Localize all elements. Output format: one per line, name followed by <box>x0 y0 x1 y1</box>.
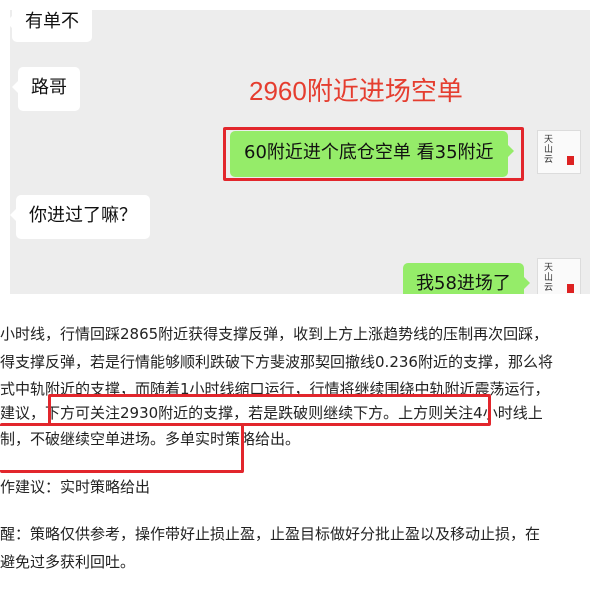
highlight-box <box>48 394 491 426</box>
message-text: 有单不 <box>25 11 79 32</box>
article-line: 醒：策略仅供参考，操作带好止损止盈，止盈目标做好分批止盈以及移动止损，在 <box>0 525 541 543</box>
article-line: 得支撑反弹，若是行情能够顺利跌破下方斐波那契回撤线0.236附近的支撑，那么将 <box>0 353 553 371</box>
article-line: 作建议：实时策略给出 <box>0 478 151 496</box>
avatar-calligraphy: 天山云 <box>544 135 554 165</box>
avatar: 天山云 <box>537 258 581 294</box>
message-text: 你进过了嘛？ <box>29 205 137 226</box>
chat-message: 你进过了嘛？ <box>10 195 150 239</box>
article-line: 小时线，行情回踩2865附近获得支撑反弹，收到上方上涨趋势线的压制再次回踩， <box>0 325 549 343</box>
avatar-calligraphy: 天山云 <box>544 263 554 293</box>
entry-title-overlay: 2960附近进场空单 <box>249 76 463 106</box>
seal-icon <box>567 284 574 293</box>
chat-message: 有单不 <box>10 10 92 42</box>
highlight-box <box>0 423 244 473</box>
chat-message: 路哥 <box>12 67 80 111</box>
highlight-box <box>223 127 524 181</box>
message-text: 我58进场了 <box>416 273 511 294</box>
chat-message: 我58进场了 <box>403 263 530 294</box>
message-text: 路哥 <box>31 77 67 98</box>
seal-icon <box>567 156 574 165</box>
article-line: 避免过多获利回吐。 <box>0 553 136 571</box>
avatar: 天山云 <box>537 130 581 174</box>
